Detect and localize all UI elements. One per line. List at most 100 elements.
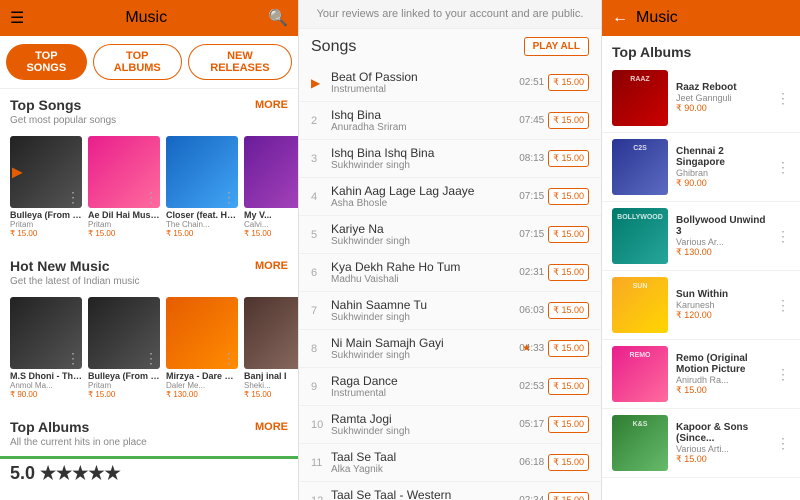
song-price[interactable]: ₹ 15.00 [548, 264, 589, 281]
song-row[interactable]: 3 Ishq Bina Ishq Bina Sukhwinder singh 0… [299, 140, 601, 178]
song-row[interactable]: 6 Kya Dekh Rahe Ho Tum Madhu Vaishali 02… [299, 254, 601, 292]
song-duration: 02:51 [514, 77, 544, 88]
song-row[interactable]: 5 Kariye Na Sukhwinder singh 07:15 ₹ 15.… [299, 216, 601, 254]
song-name: Ramta Jogi [331, 412, 510, 426]
tab-top-songs[interactable]: TOP SONGS [6, 44, 87, 80]
back-icon[interactable]: ← [612, 9, 628, 27]
more-options-icon[interactable]: ⋮ [776, 90, 790, 107]
album-info: Closer (feat. Halsey) The Chain... ₹ 15.… [166, 208, 238, 240]
right-album-row[interactable]: RAAZ Raaz Reboot Jeet Gannguli ₹ 90.00 ⋮ [602, 64, 800, 133]
more-options-icon[interactable]: ⋮ [776, 159, 790, 176]
song-row[interactable]: 11 Taal Se Taal Alka Yagnik 06:18 ₹ 15.0… [299, 444, 601, 482]
song-price[interactable]: ₹ 15.00 [548, 150, 589, 167]
song-number: 10 [311, 419, 327, 431]
song-artist: Sukhwinder singh [331, 312, 510, 323]
hot-music-more[interactable]: MORE [255, 260, 288, 272]
top-songs-more[interactable]: MORE [255, 99, 288, 111]
song-details: Beat Of Passion Instrumental [327, 70, 514, 95]
song-price[interactable]: ₹ 15.00 [548, 454, 589, 471]
album-price: ₹ 90.00 [10, 390, 82, 399]
hot-music-card[interactable]: ⋮ Mirzya - Dare To Love Daler Me... ₹ 13… [166, 297, 238, 401]
more-options-icon[interactable]: ⋮ [776, 228, 790, 245]
right-album-row[interactable]: K&S Kapoor & Sons (Since... Various Arti… [602, 409, 800, 478]
top-song-card[interactable]: ⋮ Ae Dil Hai Mushkil Title Pritam ₹ 15.0… [88, 136, 160, 240]
song-row[interactable]: 4 Kahin Aag Lage Lag Jaaye Asha Bhosle 0… [299, 178, 601, 216]
song-duration: 05:17 [514, 419, 544, 430]
album-art: ⋮ [10, 297, 82, 369]
song-row[interactable]: 10 Ramta Jogi Sukhwinder singh 05:17 ₹ 1… [299, 406, 601, 444]
album-img-text: REMO [612, 350, 668, 361]
song-row[interactable]: 12 Taal Se Taal - Western Sukhwinder sin… [299, 482, 601, 500]
song-price[interactable]: ₹ 15.00 [548, 226, 589, 243]
tab-top-albums[interactable]: TOP ALBUMS [93, 44, 182, 80]
right-album-row[interactable]: REMO Remo (Original Motion Picture Aniru… [602, 340, 800, 409]
more-options-icon[interactable]: ⋮ [776, 297, 790, 314]
song-row[interactable]: 9 Raga Dance Instrumental 02:53 ₹ 15.00 [299, 368, 601, 406]
top-song-card[interactable]: ⋮ My V... Calvi... ₹ 15.00 [244, 136, 298, 240]
album-price: ₹ 15.00 [88, 229, 160, 238]
more-options-icon[interactable]: ⋮ [776, 366, 790, 383]
song-name: Ishq Bina [331, 108, 510, 122]
song-price[interactable]: ₹ 15.00 [548, 188, 589, 205]
album-name: Mirzya - Dare To Love [166, 371, 238, 381]
song-price[interactable]: ₹ 15.00 [548, 302, 589, 319]
top-song-card[interactable]: ▶ ⋮ Bulleya (From 'Ae Dil Hai... Pritam … [10, 136, 82, 240]
song-artist: Instrumental [331, 84, 510, 95]
more-options-icon[interactable]: ⋮ [144, 189, 158, 206]
right-album-artist: Jeet Gannguli [676, 93, 768, 103]
top-song-card[interactable]: ⋮ Closer (feat. Halsey) The Chain... ₹ 1… [166, 136, 238, 240]
song-price[interactable]: ₹ 15.00 [548, 112, 589, 129]
more-options-icon[interactable]: ⋮ [776, 435, 790, 452]
hot-music-card[interactable]: ⋮ Bulleya (From 'Ae Dil Hai Pritam ₹ 15.… [88, 297, 160, 401]
song-name: Taal Se Taal [331, 450, 510, 464]
song-details: Kariye Na Sukhwinder singh [327, 222, 514, 247]
song-list: ▶ Beat Of Passion Instrumental 02:51 ₹ 1… [299, 64, 601, 500]
more-options-icon[interactable]: ⋮ [66, 350, 80, 367]
more-options-icon[interactable]: ⋮ [222, 189, 236, 206]
right-album-row[interactable]: C2S Chennai 2 Singapore Ghibran ₹ 90.00 … [602, 133, 800, 202]
song-row[interactable]: 8 Ni Main Samajh Gayi Sukhwinder singh ★… [299, 330, 601, 368]
song-number: 12 [311, 495, 327, 500]
left-panel: ☰ Music 🔍 TOP SONGS TOP ALBUMS NEW RELEA… [0, 0, 298, 500]
song-price[interactable]: ₹ 15.00 [548, 416, 589, 433]
tab-new-releases[interactable]: NEW RELEASES [188, 44, 292, 80]
hamburger-icon[interactable]: ☰ [10, 8, 24, 28]
right-album-name: Chennai 2 Singapore [676, 146, 768, 168]
top-albums-more[interactable]: MORE [255, 421, 288, 433]
more-options-icon[interactable]: ⋮ [222, 350, 236, 367]
right-album-row[interactable]: SUN Sun Within Karunesh ₹ 120.00 ⋮ [602, 271, 800, 340]
song-row[interactable]: 7 Nahin Saamne Tu Sukhwinder singh 06:03… [299, 292, 601, 330]
search-icon[interactable]: 🔍 [268, 8, 288, 28]
right-section-title: Top Albums [602, 36, 800, 64]
play-all-button[interactable]: PLAY ALL [524, 37, 589, 56]
album-img-text: SUN [612, 281, 668, 292]
right-album-info: Remo (Original Motion Picture Anirudh Ra… [676, 353, 768, 396]
album-name: Banj inal I [244, 371, 298, 381]
song-price[interactable]: ₹ 15.00 [548, 74, 589, 91]
album-info: My V... Calvi... ₹ 15.00 [244, 208, 298, 240]
song-number: 8 [311, 343, 327, 355]
song-price[interactable]: ₹ 15.00 [548, 340, 589, 357]
right-album-info: Kapoor & Sons (Since... Various Arti... … [676, 422, 768, 465]
song-row[interactable]: ▶ Beat Of Passion Instrumental 02:51 ₹ 1… [299, 64, 601, 102]
hot-music-card[interactable]: ⋮ M.S Dhoni - The Untold Anmol Ma... ₹ 9… [10, 297, 82, 401]
song-artist: Sukhwinder singh [331, 236, 510, 247]
right-album-name: Raaz Reboot [676, 82, 768, 93]
song-price[interactable]: ₹ 15.00 [548, 492, 589, 500]
album-info: Bulleya (From 'Ae Dil Hai... Pritam ₹ 15… [10, 208, 82, 240]
more-options-icon[interactable]: ⋮ [144, 350, 158, 367]
song-row[interactable]: 2 Ishq Bina Anuradha Sriram 07:45 ₹ 15.0… [299, 102, 601, 140]
more-options-icon[interactable]: ⋮ [66, 189, 80, 206]
right-album-price: ₹ 15.00 [676, 454, 768, 465]
hot-music-subtitle: Get the latest of Indian music [0, 276, 298, 293]
song-artist: Madhu Vaishali [331, 274, 510, 285]
right-album-row[interactable]: BOLLYWOOD Bollywood Unwind 3 Various Ar.… [602, 202, 800, 271]
song-details: Ramta Jogi Sukhwinder singh [327, 412, 514, 437]
hot-music-card[interactable]: ⋮ Banj inal I Sheki... ₹ 15.00 [244, 297, 298, 401]
album-img-text: C2S [612, 143, 668, 154]
song-details: Raga Dance Instrumental [327, 374, 514, 399]
song-duration: 08:13 [514, 153, 544, 164]
mid-notice: Your reviews are linked to your account … [299, 0, 601, 29]
song-artist: Anuradha Sriram [331, 122, 510, 133]
song-price[interactable]: ₹ 15.00 [548, 378, 589, 395]
